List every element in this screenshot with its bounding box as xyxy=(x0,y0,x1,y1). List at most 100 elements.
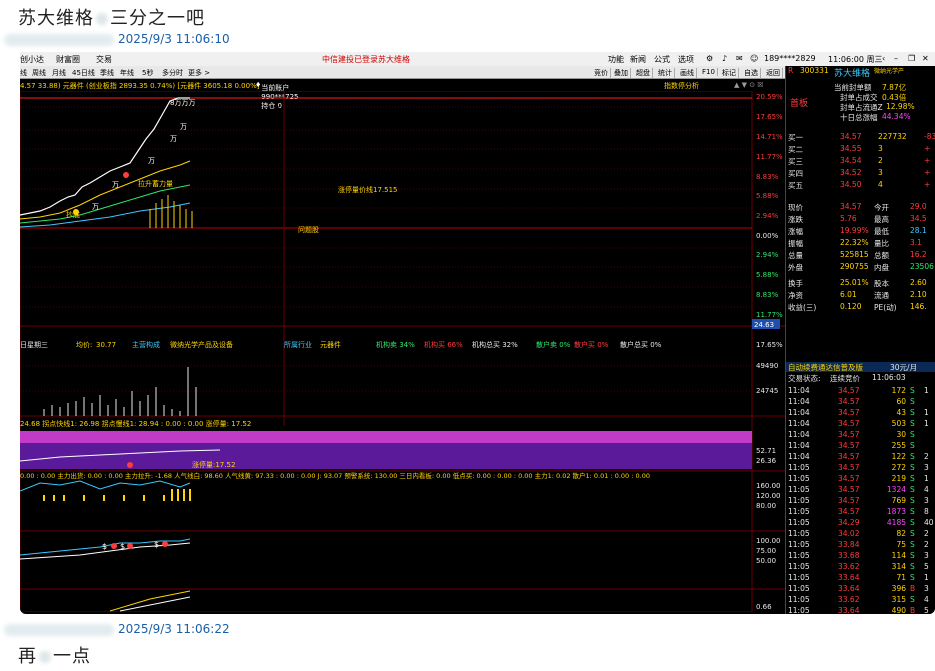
tick-direction: S xyxy=(910,496,915,505)
tick-count: 1 xyxy=(924,573,929,582)
toolbar-button[interactable]: 自选 xyxy=(744,68,761,78)
toolbar-button[interactable]: 叠加 xyxy=(614,68,631,78)
tick-volume: 4185 xyxy=(886,518,906,527)
bid-row: 买三 34.54 2 + xyxy=(786,156,935,166)
trading-terminal-screenshot: 创小达 财富圈 交易 中信建投已登录 苏大维格 功能 新闻 公式 选项 ⚙ ♪ … xyxy=(20,52,935,614)
tick-price: 34.57 xyxy=(838,419,860,428)
tab-period[interactable]: 年线 xyxy=(120,68,134,78)
tick-volume: 114 xyxy=(891,551,906,560)
stat-label: 外盘 xyxy=(788,263,803,272)
sender-line-1: 2025/9/3 11:06:10 xyxy=(4,32,230,46)
tick-volume: 43 xyxy=(896,408,906,417)
chart-info-line: 4.57 33.88) 元器件 (创业板指 2893.35 0.74%) [元器… xyxy=(20,79,785,110)
seal-row: 十日总涨幅 44.34% xyxy=(786,112,935,122)
menu-item[interactable]: 公式 xyxy=(654,54,670,65)
tick-time: 11:04 xyxy=(788,452,810,461)
tick-direction: S xyxy=(910,573,915,582)
bid-price: 34.52 xyxy=(840,168,862,177)
promo-text[interactable]: 自动续费通达信普及版 xyxy=(788,362,863,373)
bid-label: 买四 xyxy=(788,169,803,178)
tick-time: 11:05 xyxy=(788,562,810,571)
annotation-label: 8万万万 xyxy=(170,99,195,107)
tick-price: 34.57 xyxy=(838,507,860,516)
mail-icon[interactable]: ✉ xyxy=(736,54,743,63)
tab-period[interactable]: 线 xyxy=(20,68,27,78)
tick-price: 34.57 xyxy=(838,397,860,406)
bid-volume: 3 xyxy=(878,168,883,177)
tick-volume: 172 xyxy=(891,386,906,395)
account-holding: ♦ 当前账户 990***725 持仓 0 xyxy=(255,81,299,110)
tick-direction: S xyxy=(910,595,915,604)
tick-time: 11:05 xyxy=(788,584,810,593)
toolbar-button[interactable]: 画线 xyxy=(680,68,697,78)
tick-row: 11:05 34.02 82 S 2 xyxy=(786,529,935,539)
annotation-label: 拉升蓄力量 xyxy=(138,179,173,188)
message-timestamp: 2025/9/3 11:06:10 xyxy=(118,32,230,46)
tick-price: 33.62 xyxy=(838,562,860,571)
tab-period[interactable]: 多分时 xyxy=(162,68,183,78)
axis-label: 52.71 xyxy=(756,447,776,455)
indicator-5-line-2 xyxy=(119,596,191,612)
tick-time: 11:04 xyxy=(788,408,810,417)
menu-item[interactable]: 财富圈 xyxy=(56,54,80,65)
limit-analysis-link[interactable]: 指数停分析 xyxy=(664,81,699,91)
toolbar-button[interactable]: 竞价 xyxy=(594,68,611,78)
tab-period[interactable]: 周线 xyxy=(32,68,46,78)
tab-period[interactable]: 季线 xyxy=(100,68,114,78)
stat-value: 29.0 xyxy=(910,202,927,211)
tick-price: 34.57 xyxy=(838,463,860,472)
settings-icon[interactable]: ⚙ xyxy=(706,54,713,63)
tick-time: 11:04 xyxy=(788,397,810,406)
tick-direction: S xyxy=(910,540,915,549)
menu-item[interactable]: 选项 xyxy=(678,54,694,65)
axis-label: 2.94% xyxy=(756,212,779,220)
tick-row: 11:05 33.68 114 S 3 xyxy=(786,551,935,561)
user-icon[interactable]: ☺ xyxy=(750,54,758,63)
toolbar-button[interactable]: 超盘 xyxy=(636,68,653,78)
stat-row: 净资 6.01 流通 2.10 xyxy=(786,290,935,300)
tick-time: 11:04 xyxy=(788,430,810,439)
menu-item[interactable]: 交易 xyxy=(96,54,112,65)
promo-price[interactable]: 30元/月 xyxy=(890,362,917,373)
app-name[interactable]: 创小达 xyxy=(20,54,44,65)
toolbar-button[interactable]: 返回 xyxy=(766,68,783,78)
bid-price: 34.50 xyxy=(840,180,862,189)
toolbar-button[interactable]: 统计 xyxy=(658,68,675,78)
stat-value: 12.98% xyxy=(886,102,915,111)
tab-more[interactable]: 更多 > xyxy=(188,68,210,78)
minimize-icon[interactable]: – xyxy=(894,54,898,63)
tick-count: 1 xyxy=(924,474,929,483)
menu-item[interactable]: 新闻 xyxy=(630,54,646,65)
arrow-icons[interactable]: ▲ ▼ ⊙ ☒ xyxy=(734,81,764,89)
tick-volume: 503 xyxy=(891,419,906,428)
stat-row: 涨跌 5.76 最高 34.5 xyxy=(786,214,935,224)
tick-count: 3 xyxy=(924,584,929,593)
stat-label: 十日总涨幅 xyxy=(840,113,878,122)
stat-row: 外盘 290755 内盘 23506 xyxy=(786,262,935,272)
bell-icon[interactable]: ♪ xyxy=(722,54,727,63)
tab-period[interactable]: 45日线 xyxy=(72,68,95,78)
tick-time: 11:05 xyxy=(788,474,810,483)
stat-row: 收益(三) 0.120 PE(动) 146. xyxy=(786,302,935,312)
tab-period[interactable]: 5秒 xyxy=(142,68,153,78)
back-icon[interactable]: ‹ xyxy=(882,54,885,63)
toolbar-button[interactable]: F10 xyxy=(702,68,718,76)
stock-name: 苏大维格 xyxy=(834,69,871,79)
menu-item[interactable]: 功能 xyxy=(608,54,624,65)
promo-row[interactable]: 自动续费通达信普及版 30元/月 xyxy=(786,362,935,372)
tick-row: 11:05 33.62 314 S 5 xyxy=(786,562,935,572)
close-icon[interactable]: ✕ xyxy=(922,54,929,63)
tick-volume: 272 xyxy=(891,463,906,472)
tick-price: 34.57 xyxy=(838,408,860,417)
axis-label: 24745 xyxy=(756,387,778,395)
intraday-chart[interactable]: 8万万万 万 万 万 万 万 拉升蓄力量 抄底 涨停量价线17.515 问题股 … xyxy=(20,90,785,613)
tick-direction: B xyxy=(910,584,916,593)
tab-period[interactable]: 月线 xyxy=(52,68,66,78)
industry: 元器件 xyxy=(320,340,341,349)
restore-icon[interactable]: ❐ xyxy=(908,54,915,63)
sender-line-2: 2025/9/3 11:06:22 xyxy=(4,622,230,636)
tick-row: 11:04 34.57 30 S xyxy=(786,430,935,440)
toolbar-button[interactable]: 标记 xyxy=(722,68,739,78)
axis-label: 8.83% xyxy=(756,291,779,299)
account-id: 189****2829 xyxy=(764,54,816,63)
